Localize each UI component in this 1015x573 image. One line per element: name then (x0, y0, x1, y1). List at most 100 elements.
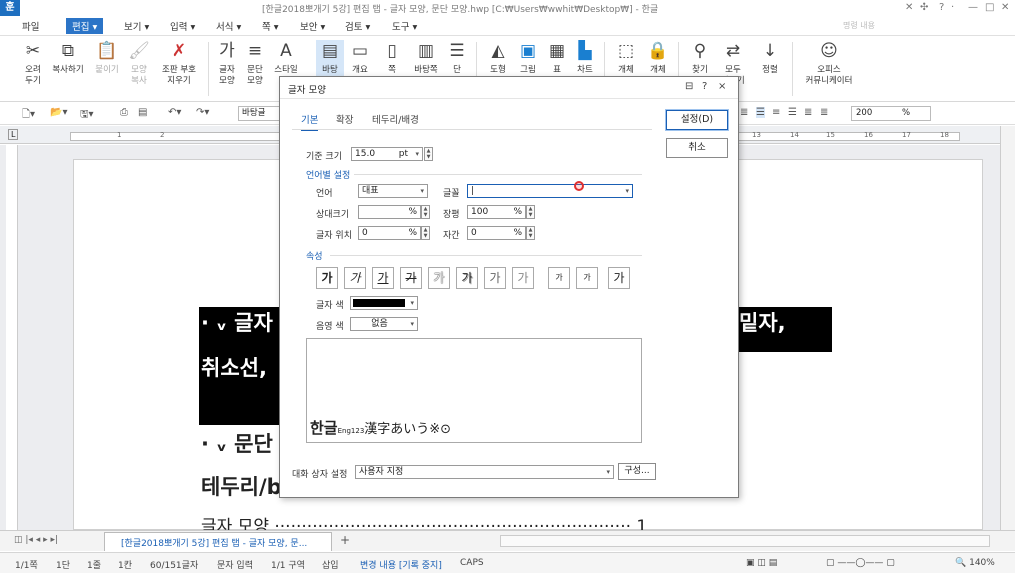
char-pos-field[interactable]: 0% (358, 226, 421, 240)
style-select[interactable]: 바탕글 (238, 106, 282, 121)
preview-icon[interactable]: ▤ (138, 107, 147, 118)
vertical-scrollbar[interactable] (1000, 126, 1015, 530)
tab-extended[interactable]: 확장 (336, 112, 353, 126)
para-shape-button[interactable]: ≡ 문단 모양 (242, 40, 268, 87)
engrave-button[interactable]: 가 (512, 267, 534, 289)
menu-view[interactable]: 보기 ▾ (124, 19, 149, 33)
object-protect-button[interactable]: 🔒 개체 (644, 40, 672, 76)
rel-size-spinner[interactable]: ▲ ▼ (421, 205, 430, 219)
ribbon-b5-button[interactable]: ☰ 단 (444, 40, 470, 76)
ribbon-b1-button[interactable]: ▤ 바탕 (316, 40, 344, 76)
normal-button[interactable]: 가 (608, 267, 630, 289)
spacing-field[interactable]: 0% (467, 226, 526, 240)
doc-line-1-right[interactable]: 밑자, (739, 307, 786, 337)
ok-button[interactable]: 설정(D) (665, 109, 729, 131)
menu-review[interactable]: 검토 ▾ (345, 19, 370, 33)
print-icon[interactable]: ⎙ (120, 107, 128, 118)
cut-button[interactable]: ✂ 오려 두기 (18, 40, 48, 87)
status-insert[interactable]: 삽입 (322, 558, 339, 571)
subscript-button[interactable]: 가 (576, 267, 598, 289)
strikethrough-button[interactable]: 가 (400, 267, 422, 289)
format-copy-button[interactable]: 🖌 모양 복사 (124, 40, 154, 87)
align-distribute-icon[interactable]: ≣ (804, 107, 812, 118)
rel-size-field[interactable]: % (358, 205, 421, 219)
emboss-button[interactable]: 가 (484, 267, 506, 289)
menu-format[interactable]: 서식 ▾ (216, 19, 241, 33)
lang-select[interactable]: 대표 ▾ (358, 184, 428, 198)
shape-button[interactable]: ◭ 도형 (484, 40, 512, 76)
window-control-icon[interactable]: ✣ (920, 2, 928, 13)
ruler-corner-icon[interactable]: L (8, 129, 19, 140)
config-button[interactable]: 구성... (618, 463, 656, 480)
menu-insert[interactable]: 입력 ▾ (170, 19, 195, 33)
text-color-select[interactable]: ▾ (350, 296, 418, 310)
base-size-field[interactable]: 15.0 pt ▾ (351, 147, 423, 161)
chart-button[interactable]: ▙ 차트 (572, 40, 598, 76)
maximize-button[interactable]: □ (985, 2, 994, 13)
close-button[interactable]: ✕ (1001, 2, 1009, 13)
doc-line-2[interactable]: 취소선, (201, 352, 267, 382)
italic-button[interactable]: 가 (344, 267, 366, 289)
help-search-input[interactable]: 명령 내용 (823, 19, 933, 33)
base-size-spinner[interactable]: ▲ ▼ (424, 147, 433, 161)
tab-document[interactable]: [한글2018뽀개기 5강] 편집 탭 - 글자 모양, 문... (104, 532, 332, 551)
ribbon-b2-button[interactable]: ▭ 개요 (346, 40, 374, 76)
outline-button[interactable]: 가 (428, 267, 450, 289)
align-center-icon[interactable]: ≡ (772, 107, 780, 118)
doc-line-3[interactable]: · ᵥ 문단 (201, 428, 273, 458)
save-icon[interactable]: 🖫▾ (80, 107, 94, 124)
menu-page[interactable]: 쪽 ▾ (262, 19, 279, 33)
doc-line-4[interactable]: 테두리/b (201, 471, 282, 501)
app-icon[interactable]: 훈 (0, 0, 20, 16)
zoom-slider[interactable]: ▢ ——◯—— ▢ (826, 558, 895, 568)
menu-file[interactable]: 파일 (22, 19, 39, 33)
help-icon[interactable]: ? (939, 2, 944, 13)
tab-border-background[interactable]: 테두리/배경 (372, 112, 419, 126)
sort-button[interactable]: ↓ 정렬 (756, 40, 784, 76)
shadow-button[interactable]: 가 (456, 267, 478, 289)
ratio-spinner[interactable]: ▲ ▼ (526, 205, 535, 219)
spacing-spinner[interactable]: ▲ ▼ (526, 226, 535, 240)
pin-icon[interactable]: ✕ (905, 2, 913, 13)
doc-line-1[interactable]: · ᵥ 글자 (201, 307, 273, 337)
char-shape-button[interactable]: 가 글자 모양 (214, 40, 240, 87)
picture-button[interactable]: ▣ 그림 (514, 40, 542, 76)
new-doc-icon[interactable]: 🗋▾ (22, 107, 35, 124)
ribbon-b4-button[interactable]: ▥ 바탕쪽 (408, 40, 444, 76)
char-pos-spinner[interactable]: ▲ ▼ (421, 226, 430, 240)
dialog-style-select[interactable]: 사용자 지정 ▾ (355, 465, 614, 479)
cancel-button[interactable]: 취소 (666, 138, 728, 158)
dialog-settings-icon[interactable]: ⊟ (685, 81, 693, 92)
status-mode[interactable]: 문자 입력 (217, 558, 253, 571)
add-tab-button[interactable]: + (340, 533, 350, 547)
style-button[interactable]: A 스타일 (272, 40, 300, 76)
object-select-button[interactable]: ⬚ 개체 (612, 40, 640, 76)
superscript-button[interactable]: 가 (548, 267, 570, 289)
dialog-help-button[interactable]: ? (702, 81, 707, 92)
menu-security[interactable]: 보안 ▾ (300, 19, 325, 33)
bold-button[interactable]: 가 (316, 267, 338, 289)
open-icon[interactable]: 📂▾ (50, 107, 67, 118)
paste-button[interactable]: 📋 붙이기 (92, 40, 122, 76)
font-select[interactable]: | ▾ (467, 184, 633, 198)
table-button[interactable]: ▦ 표 (544, 40, 570, 76)
align-justify-icon[interactable]: ≣ (740, 107, 748, 118)
align-left-icon[interactable]: ☰ (756, 107, 765, 118)
shade-color-select[interactable]: 없음 ▾ (350, 317, 418, 331)
minimize-button[interactable]: — (968, 2, 978, 13)
redo-icon[interactable]: ↷▾ (196, 107, 209, 118)
find-button[interactable]: ⚲ 찾기 (686, 40, 714, 76)
underline-button[interactable]: 가 (372, 267, 394, 289)
ratio-field[interactable]: 100% (467, 205, 526, 219)
ribbon-b3-button[interactable]: ▯ 쪽 (378, 40, 406, 76)
undo-icon[interactable]: ↶▾ (168, 107, 181, 118)
align-right-icon[interactable]: ☰ (788, 107, 797, 118)
office-communicator-button[interactable]: ☺ 오피스 커뮤니케이터 (796, 40, 862, 87)
zoom-input[interactable]: 200% (851, 106, 931, 121)
tab-nav-icon[interactable]: ◫ |◂ ◂ ▸ ▸| (14, 535, 58, 545)
copy-button[interactable]: ⧉ 복사하기 (48, 40, 88, 76)
delete-symbols-button[interactable]: ✗ 조판 부호 지우기 (156, 40, 202, 87)
status-track-changes[interactable]: 변경 내용 [기록 중지] (360, 558, 442, 571)
vertical-ruler[interactable] (6, 145, 18, 530)
view-normal-icon[interactable]: ▣ ◫ ▤ (746, 558, 777, 568)
